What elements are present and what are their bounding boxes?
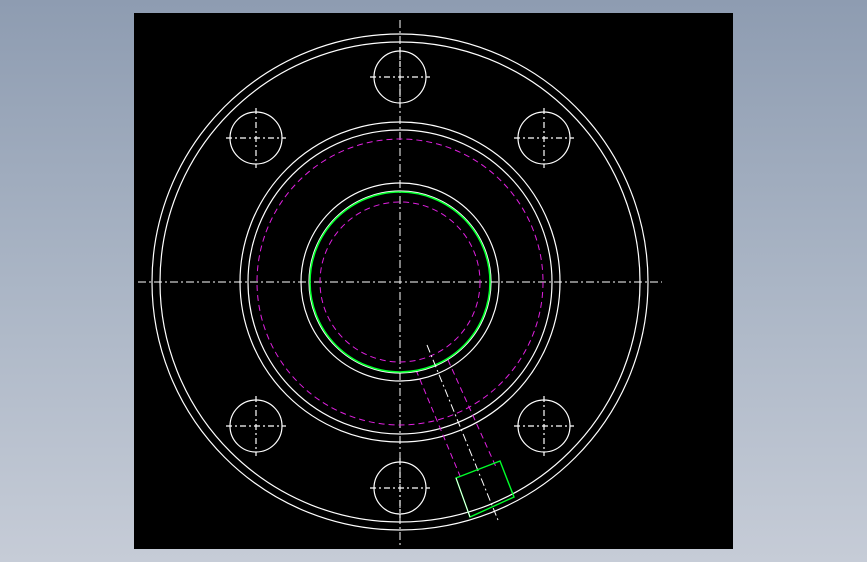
hidden-lines xyxy=(256,138,544,477)
hidden-port-edge-right xyxy=(447,359,497,468)
bolt-hole-bottom-right[interactable] xyxy=(514,396,574,456)
cad-viewport[interactable] xyxy=(134,13,733,549)
bolt-hole-top-right[interactable] xyxy=(514,108,574,168)
bolt-hole-top-left[interactable] xyxy=(226,108,286,168)
port-centerline xyxy=(426,344,499,521)
angled-port[interactable] xyxy=(426,344,515,521)
port-opening-white-edge-left xyxy=(455,477,471,518)
flange-drawing[interactable] xyxy=(134,13,733,549)
bolt-hole-top[interactable] xyxy=(370,47,430,107)
bolt-hole-bottom-left[interactable] xyxy=(226,396,286,456)
bolt-hole-bottom[interactable] xyxy=(370,458,430,518)
